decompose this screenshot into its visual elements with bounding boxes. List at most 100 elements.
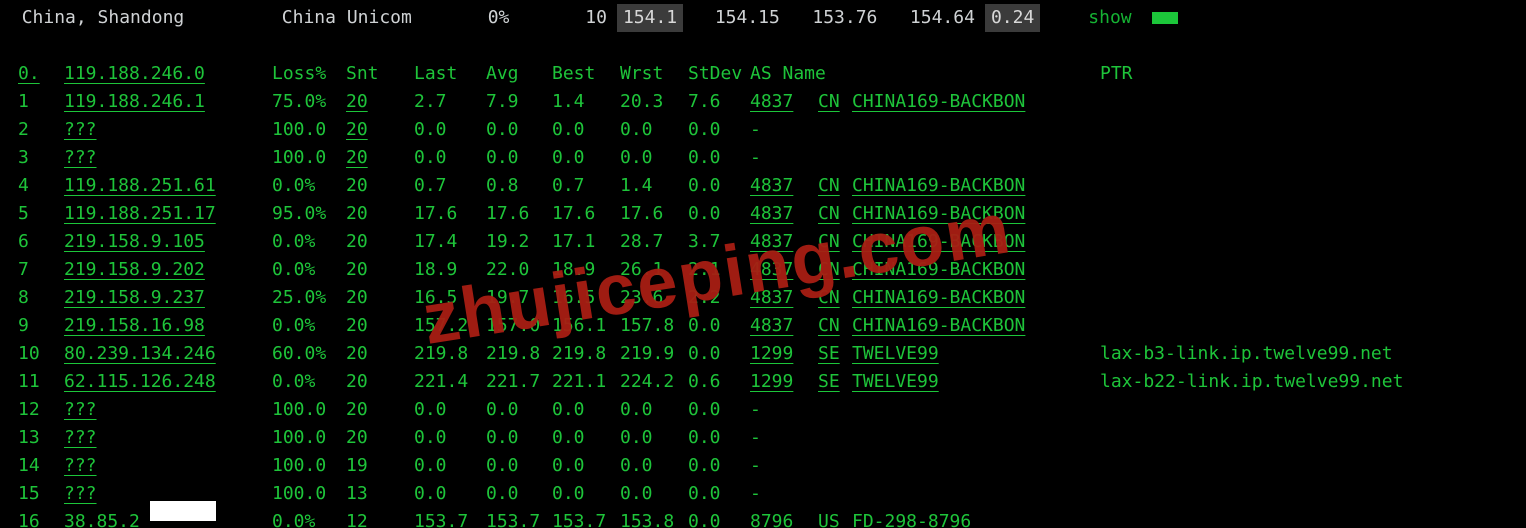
hop-asn: - bbox=[750, 396, 1100, 424]
hop-number: 1 bbox=[18, 88, 64, 116]
hop-best: 0.0 bbox=[552, 424, 620, 452]
hop-last: 221.4 bbox=[414, 368, 486, 396]
hop-asn: - bbox=[750, 424, 1100, 452]
hop-best: 219.8 bbox=[552, 340, 620, 368]
hop-ip[interactable]: 119.188.246.1 bbox=[64, 88, 272, 116]
col-ptr: PTR bbox=[1100, 60, 1526, 88]
hop-ip[interactable]: 219.158.9.202 bbox=[64, 256, 272, 284]
hop-ip[interactable]: 219.158.16.98 bbox=[64, 312, 272, 340]
hop-stdev: 0.0 bbox=[688, 480, 750, 508]
hop-loss: 95.0% bbox=[272, 200, 346, 228]
hop-loss: 0.0% bbox=[272, 228, 346, 256]
hop-ip[interactable]: ??? bbox=[64, 144, 272, 172]
hop-snt: 20 bbox=[346, 144, 414, 172]
hop-loss: 100.0 bbox=[272, 144, 346, 172]
hop-ip[interactable]: 219.158.9.237 bbox=[64, 284, 272, 312]
hop-last: 0.0 bbox=[414, 480, 486, 508]
col-snt: Snt bbox=[346, 60, 414, 88]
hop-ptr bbox=[1100, 172, 1526, 200]
hop-avg: 0.0 bbox=[486, 480, 552, 508]
table-row: 8219.158.9.23725.0%2016.519.716.523.62.2… bbox=[18, 284, 1526, 312]
hop-ip[interactable]: 62.115.126.248 bbox=[64, 368, 272, 396]
hop-number: 15 bbox=[18, 480, 64, 508]
hop-ip[interactable]: 219.158.9.105 bbox=[64, 228, 272, 256]
hop-stdev: 0.6 bbox=[688, 368, 750, 396]
redaction-block bbox=[150, 501, 216, 521]
hop-best: 0.0 bbox=[552, 452, 620, 480]
hop-stdev: 0.0 bbox=[688, 508, 750, 528]
hop-wrst: 0.0 bbox=[620, 396, 688, 424]
hop-ip[interactable]: 80.239.134.246 bbox=[64, 340, 272, 368]
isp: China Unicom bbox=[184, 4, 412, 32]
hop-snt: 20 bbox=[346, 284, 414, 312]
hop-avg: 0.0 bbox=[486, 424, 552, 452]
hop-asn[interactable]: 4837 bbox=[750, 256, 818, 284]
hop-asn[interactable]: 4837 bbox=[750, 312, 818, 340]
hop-best: 0.0 bbox=[552, 144, 620, 172]
hop-asn[interactable]: 4837 bbox=[750, 284, 818, 312]
hop-asn[interactable]: 4837 bbox=[750, 200, 818, 228]
hop-asname: FD-298-8796 bbox=[852, 508, 1100, 528]
hop-asn[interactable]: 1299 bbox=[750, 368, 818, 396]
hop-asn[interactable]: 1299 bbox=[750, 340, 818, 368]
hop-ip[interactable]: ??? bbox=[64, 424, 272, 452]
show-toggle[interactable]: show bbox=[1088, 4, 1131, 32]
col-best: Best bbox=[552, 60, 620, 88]
hop-asn[interactable]: 4837 bbox=[750, 228, 818, 256]
hop-wrst: 1.4 bbox=[620, 172, 688, 200]
hop-last: 2.7 bbox=[414, 88, 486, 116]
hop-wrst: 26.1 bbox=[620, 256, 688, 284]
hop-best: 0.0 bbox=[552, 396, 620, 424]
table-row: 12???100.0200.00.00.00.00.0- bbox=[18, 396, 1526, 424]
hop-ptr: lax-b3-link.ip.twelve99.net bbox=[1100, 340, 1526, 368]
table-row: 5119.188.251.1795.0%2017.617.617.617.60.… bbox=[18, 200, 1526, 228]
hop-wrst: 0.0 bbox=[620, 144, 688, 172]
hop-asn: - bbox=[750, 452, 1100, 480]
count: 10 bbox=[509, 4, 607, 32]
hop-stdev: 0.0 bbox=[688, 452, 750, 480]
hop-last: 219.8 bbox=[414, 340, 486, 368]
hop-asn[interactable]: 8796 bbox=[750, 508, 818, 528]
hop-ip[interactable]: ??? bbox=[64, 116, 272, 144]
hop-ptr bbox=[1100, 424, 1526, 452]
hop-stdev: 0.0 bbox=[688, 396, 750, 424]
hop-ip[interactable]: 119.188.251.61 bbox=[64, 172, 272, 200]
col-ip: 119.188.246.0 bbox=[64, 60, 272, 88]
hop-wrst: 0.0 bbox=[620, 452, 688, 480]
hop-asn[interactable]: 4837 bbox=[750, 88, 818, 116]
hop-last: 18.9 bbox=[414, 256, 486, 284]
hop-last: 153.7 bbox=[414, 508, 486, 528]
col-n: 0. bbox=[18, 60, 64, 88]
hop-ptr: lax-b22-link.ip.twelve99.net bbox=[1100, 368, 1526, 396]
location: China, Shandong bbox=[0, 4, 184, 32]
hop-avg: 19.2 bbox=[486, 228, 552, 256]
hop-cc: CN bbox=[818, 256, 852, 284]
hop-best: 17.1 bbox=[552, 228, 620, 256]
hop-ip[interactable]: 119.188.251.17 bbox=[64, 200, 272, 228]
hop-snt: 20 bbox=[346, 368, 414, 396]
hop-avg: 157.0 bbox=[486, 312, 552, 340]
hop-wrst: 153.8 bbox=[620, 508, 688, 528]
hop-last: 17.4 bbox=[414, 228, 486, 256]
hop-loss: 75.0% bbox=[272, 88, 346, 116]
hop-wrst: 28.7 bbox=[620, 228, 688, 256]
hop-asname: CHINA169-BACKBON bbox=[852, 228, 1100, 256]
hop-ip[interactable]: ??? bbox=[64, 396, 272, 424]
col-asname: AS Name bbox=[750, 60, 1100, 88]
hop-asn: - bbox=[750, 144, 1100, 172]
hop-number: 6 bbox=[18, 228, 64, 256]
hop-ip[interactable]: ??? bbox=[64, 452, 272, 480]
hop-avg: 219.8 bbox=[486, 340, 552, 368]
hop-number: 4 bbox=[18, 172, 64, 200]
hop-snt: 20 bbox=[346, 312, 414, 340]
hop-asn[interactable]: 4837 bbox=[750, 172, 818, 200]
hop-avg: 221.7 bbox=[486, 368, 552, 396]
table-row: 6219.158.9.1050.0%2017.419.217.128.73.74… bbox=[18, 228, 1526, 256]
hop-ptr bbox=[1100, 116, 1526, 144]
hop-loss: 100.0 bbox=[272, 480, 346, 508]
table-row: 15???100.0130.00.00.00.00.0- bbox=[18, 480, 1526, 508]
hop-wrst: 0.0 bbox=[620, 116, 688, 144]
stat-3: 153.76 bbox=[780, 4, 878, 32]
hop-best: 0.7 bbox=[552, 172, 620, 200]
table-row: 13???100.0200.00.00.00.00.0- bbox=[18, 424, 1526, 452]
